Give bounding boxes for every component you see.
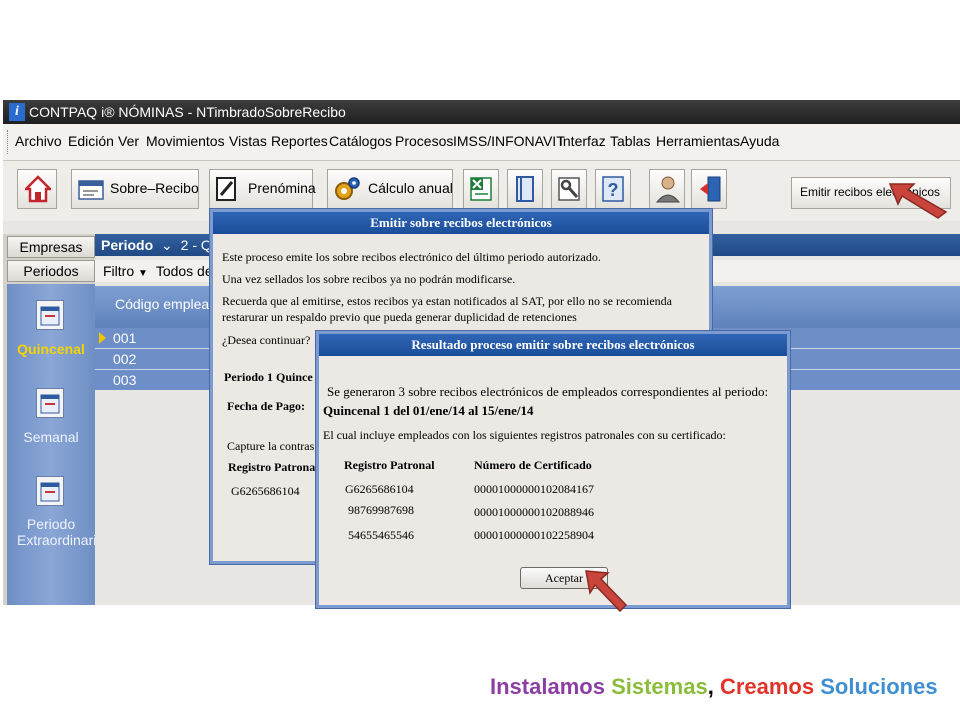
row-codigo: 001 (113, 330, 137, 346)
menu-grip-handle[interactable] (7, 130, 10, 154)
left-nav: Empresas Periodos Quincenal Semanal Peri… (3, 234, 104, 605)
calculo-anual-label: Cálculo anual (368, 180, 453, 196)
menu-reportes[interactable]: Reportes (271, 133, 328, 149)
resultado-row-certificado: 00001000000102088946 (474, 505, 594, 519)
resultado-col-registro: Registro Patronal (344, 458, 435, 472)
calendar-glyph-icon (40, 306, 60, 326)
filter-dropdown-icon[interactable]: ▼ (138, 268, 148, 279)
excel-button[interactable] (463, 169, 499, 209)
user-icon (655, 176, 681, 203)
emitir-fecha-pago: Fecha de Pago: (227, 399, 305, 413)
tab-periodos[interactable]: Periodos (7, 260, 95, 282)
svg-text:?: ? (608, 180, 619, 200)
window-title: CONTPAQ i® NÓMINAS - NTimbradoSobreRecib… (29, 104, 346, 120)
book-icon (516, 176, 534, 202)
menu-movimientos[interactable]: Movimientos (146, 133, 225, 149)
nav-item-periodo-extraordinario[interactable]: Periodo Extraordinario (17, 516, 104, 548)
wrench-icon (558, 177, 580, 201)
sobre-recibo-label: Sobre–Recibo (110, 180, 199, 196)
calendar-glyph-icon (40, 482, 60, 502)
tagline-word-3: Creamos (719, 674, 815, 699)
menu-vistas[interactable]: Vistas (229, 133, 267, 149)
pointer-arrow-icon (888, 183, 948, 219)
tagline: Instalamos Sistemas, Creamos Soluciones (490, 674, 938, 700)
emitir-line-1: Este proceso emite los sobre recibos ele… (222, 250, 601, 264)
calendar-icon[interactable] (36, 476, 64, 506)
help-button[interactable]: ? (595, 169, 631, 209)
home-button[interactable] (17, 169, 57, 209)
prenomina-button[interactable]: Prenómina (209, 169, 316, 209)
emitir-registro-value: G6265686104 (231, 484, 300, 498)
emitir-line-2: Una vez sellados los sobre recibos ya no… (222, 272, 516, 286)
menu-archivo[interactable]: Archivo (15, 133, 62, 149)
filter-label[interactable]: Filtro (103, 263, 134, 279)
tools-button[interactable] (551, 169, 587, 209)
nav-item-semanal[interactable]: Semanal (7, 429, 95, 445)
menu-procesos[interactable]: Procesos (395, 133, 453, 149)
row-codigo: 003 (113, 372, 137, 388)
resultado-line-1: Se generaron 3 sobre recibos electrónico… (327, 384, 769, 399)
home-icon (25, 175, 51, 203)
menu-interfaz[interactable]: Interfaz (559, 133, 606, 149)
emitir-dialog-title: Emitir sobre recibos electrónicos (213, 212, 709, 234)
book-button[interactable] (507, 169, 543, 209)
resultado-dialog: Resultado proceso emitir sobre recibos e… (316, 331, 790, 608)
row-pointer-icon (99, 332, 106, 344)
tagline-separator: , (707, 674, 714, 699)
emitir-line-3: Recuerda que al emitirse, estos recibos … (222, 294, 672, 308)
tagline-word-1: Instalamos (490, 674, 605, 699)
emitir-line-4: restarurar un respaldo previo que pueda … (222, 310, 577, 324)
resultado-row-registro: 54655465546 (348, 528, 414, 542)
col-codigo-empleado[interactable]: Código empleado (115, 296, 225, 312)
user-button[interactable] (649, 169, 685, 209)
resultado-periodo: Quincenal 1 del 01/ene/14 al 15/ene/14 (323, 403, 534, 418)
resultado-row-registro: 98769987698 (348, 503, 414, 517)
menu-catalogos[interactable]: Catálogos (329, 133, 392, 149)
help-icon: ? (602, 176, 624, 202)
prenomina-label: Prenómina (248, 180, 316, 196)
resultado-col-certificado: Número de Certificado (474, 458, 592, 472)
resultado-dialog-title: Resultado proceso emitir sobre recibos e… (319, 334, 787, 356)
emitir-capture: Capture la contras (227, 439, 315, 453)
menu-bar: Archivo Edición Ver Movimientos Vistas R… (3, 124, 960, 161)
row-codigo: 002 (113, 351, 137, 367)
title-bar: i CONTPAQ i® NÓMINAS - NTimbradoSobreRec… (3, 100, 960, 124)
resultado-row-registro: G6265686104 (345, 482, 414, 496)
emitir-periodo: Periodo 1 Quince (224, 370, 313, 384)
tagline-word-2: Sistemas (611, 674, 708, 699)
receipt-icon (78, 180, 104, 200)
calculo-anual-button[interactable]: Cálculo anual (327, 169, 453, 209)
tab-empresas[interactable]: Empresas (7, 236, 95, 258)
gears-icon (335, 177, 360, 200)
emitir-question: ¿Desea continuar? (222, 333, 311, 347)
edit-document-icon (216, 177, 236, 201)
menu-ayuda[interactable]: Ayuda (740, 133, 779, 149)
menu-herramientas[interactable]: Herramientas (656, 133, 740, 149)
excel-icon (470, 177, 492, 201)
periodo-label: Periodo (101, 237, 154, 253)
sobre-recibo-button[interactable]: Sobre–Recibo (71, 169, 199, 209)
tagline-word-4: Soluciones (820, 674, 938, 699)
resultado-row-certificado: 00001000000102084167 (474, 482, 594, 496)
exit-icon (700, 176, 721, 202)
menu-edicion[interactable]: Edición (68, 133, 114, 149)
calendar-icon[interactable] (36, 388, 64, 418)
emitir-col-registro: Registro Patronal (228, 460, 319, 474)
nav-item-quincenal[interactable]: Quincenal (7, 341, 95, 357)
periodo-dropdown-icon[interactable]: ⌄ (161, 237, 173, 253)
exit-button[interactable] (691, 169, 727, 209)
menu-imss-infonavit[interactable]: IMSS/INFONAVIT (453, 133, 565, 149)
app-logo-icon: i (9, 103, 25, 121)
resultado-line-3: El cual incluye empleados con los siguie… (323, 428, 726, 442)
menu-tablas[interactable]: Tablas (610, 133, 650, 149)
calendar-glyph-icon (40, 394, 60, 414)
menu-ver[interactable]: Ver (118, 133, 139, 149)
calendar-icon[interactable] (36, 300, 64, 330)
pointer-arrow-icon (585, 570, 628, 613)
periodos-panel: Quincenal Semanal Periodo Extraordinario (7, 284, 104, 605)
resultado-row-certificado: 00001000000102258904 (474, 528, 594, 542)
